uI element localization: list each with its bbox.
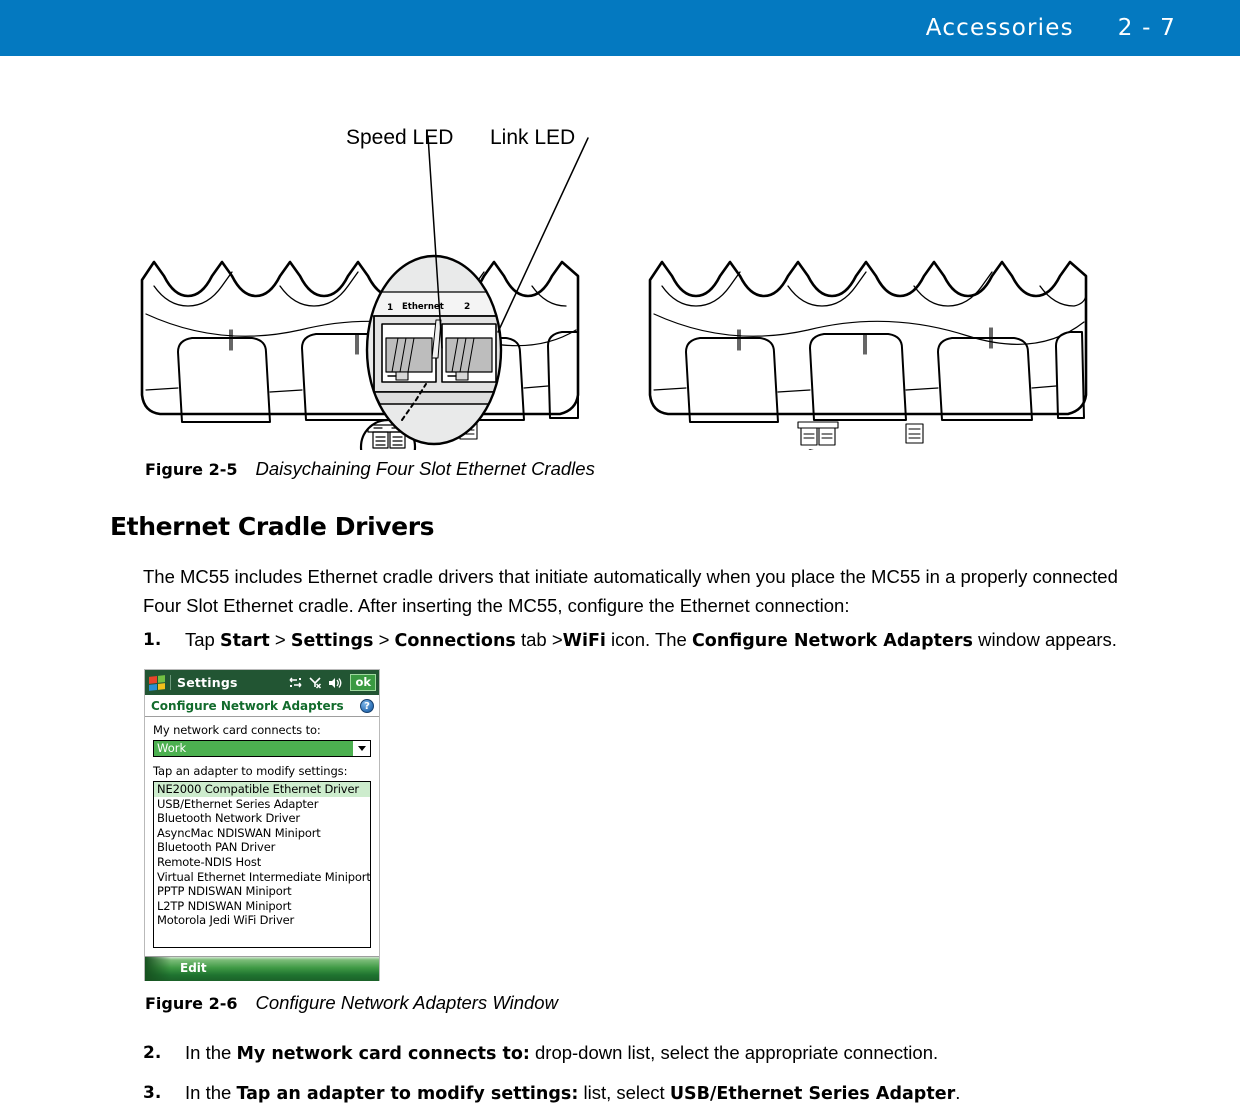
figure-2-5-title: Daisychaining Four Slot Ethernet Cradles [255,458,595,479]
edit-soft-key[interactable]: Edit [180,961,207,975]
step-item-3: 3. In the Tap an adapter to modify setti… [143,1080,960,1107]
page-number: 2 - 7 [1117,15,1176,41]
page-header: Accessories 2 - 7 [0,0,1240,56]
figure-2-5-illustration: 1 Ethernet 2 Speed LED Link LED [130,100,1090,450]
connectivity-icon[interactable] [289,677,303,689]
figure-2-5-caption: Figure 2-5 Daisychaining Four Slot Ethern… [145,458,595,480]
step-number-1: 1. [143,630,162,650]
adapter-list[interactable]: NE2000 Compatible Ethernet Driver USB/Et… [153,781,371,948]
svg-text:Link LED: Link LED [490,126,575,149]
ok-button[interactable]: ok [350,674,376,691]
svg-text:2: 2 [464,302,470,312]
step-text-1: Tap Start > Settings > Connections tab >… [185,629,1117,651]
step-item-2: 2. In the My network card connects to: d… [143,1040,938,1067]
window-title: Settings [177,675,238,690]
step-text-3: In the Tap an adapter to modify settings… [185,1082,961,1104]
svg-text:1: 1 [387,303,393,313]
figure-2-6-title: Configure Network Adapters Window [255,992,558,1013]
network-card-selected-value: Work [154,741,353,756]
list-item[interactable]: USB/Ethernet Series Adapter [154,797,370,812]
section-paragraph: The MC55 includes Ethernet cradle driver… [143,566,1118,616]
window-subtitle-bar: Configure Network Adapters ? [145,695,379,717]
window-subtitle: Configure Network Adapters [151,698,344,713]
figure-2-6-caption: Figure 2-6 Configure Network Adapters Win… [145,992,558,1014]
soft-key-bar[interactable]: Edit [145,956,379,981]
list-item[interactable]: Remote-NDIS Host [154,855,370,870]
figure-2-6-number: Figure 2-6 [145,994,238,1013]
network-card-label: My network card connects to: [153,723,321,737]
window-body: My network card connects to: Work Tap an… [145,717,379,956]
step-number-3: 3. [143,1083,162,1103]
list-item[interactable]: Bluetooth Network Driver [154,811,370,826]
configure-network-adapters-window[interactable]: Settings ok Configure Network Adapters ?… [144,669,380,981]
step-number-2: 2. [143,1043,162,1063]
list-item[interactable]: L2TP NDISWAN Miniport [154,899,370,914]
network-card-dropdown[interactable]: Work [153,740,371,757]
windows-flag-icon [149,674,165,691]
svg-text:Ethernet: Ethernet [402,302,444,312]
adapter-list-label: Tap an adapter to modify settings: [153,764,348,778]
list-item[interactable]: Virtual Ethernet Intermediate Miniport [154,870,370,885]
chevron-down-icon[interactable] [353,741,370,756]
svg-text:Speed LED: Speed LED [346,126,453,149]
section-heading: Ethernet Cradle Drivers [110,512,435,541]
step-text-2: In the My network card connects to: drop… [185,1042,939,1064]
title-divider [170,675,171,690]
page-title: Accessories [925,15,1074,41]
list-item[interactable]: AsyncMac NDISWAN Miniport [154,826,370,841]
volume-icon[interactable] [328,677,342,689]
figure-2-5-number: Figure 2-5 [145,460,238,479]
list-item[interactable]: Motorola Jedi WiFi Driver [154,913,370,928]
list-item[interactable]: PPTP NDISWAN Miniport [154,884,370,899]
help-icon[interactable]: ? [360,698,374,713]
window-title-bar: Settings ok [145,670,379,695]
list-item[interactable]: NE2000 Compatible Ethernet Driver [154,782,370,797]
step-item-1: 1. Tap Start > Settings > Connections ta… [143,627,1117,654]
titlebar-icon-group: ok [289,674,376,691]
list-item[interactable]: Bluetooth PAN Driver [154,840,370,855]
signal-no-service-icon[interactable] [309,676,322,689]
